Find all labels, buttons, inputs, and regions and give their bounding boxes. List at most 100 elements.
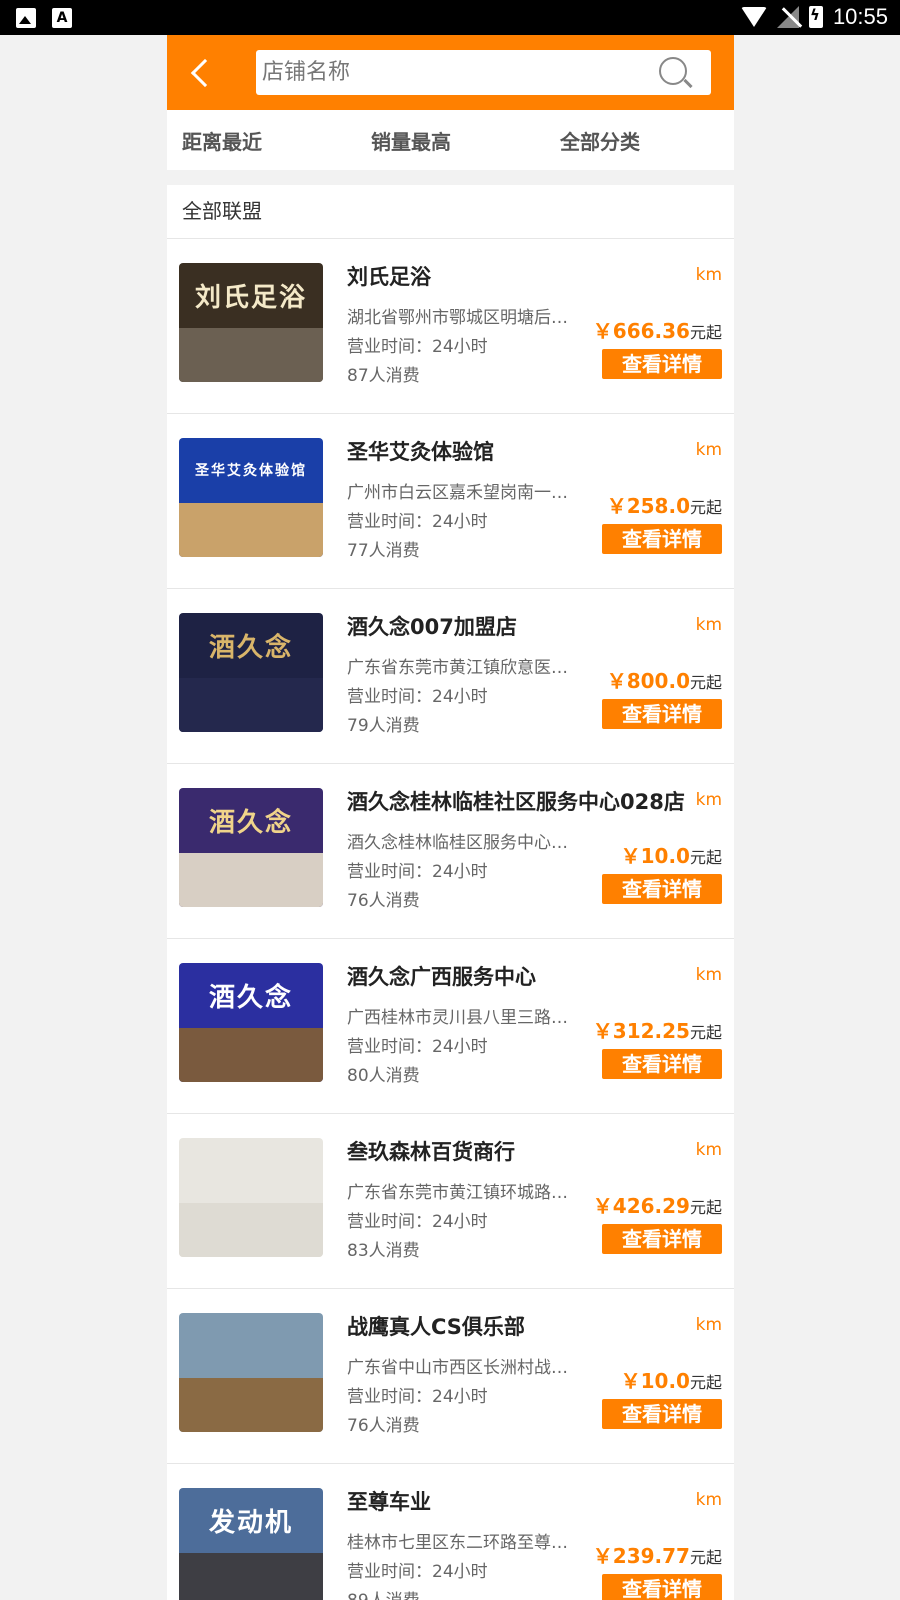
store-list-item[interactable]: 发动机 至尊车业 km 桂林市七里区东二环路至尊… 营业时间：24小时 89人消… xyxy=(167,1464,734,1600)
store-price-suffix: 元起 xyxy=(689,1373,722,1392)
store-list-item[interactable]: 酒久念 酒久念桂林临桂社区服务中心028店 km 酒久念桂林临桂区服务中心… 营… xyxy=(167,764,734,939)
store-thumbnail[interactable] xyxy=(179,1138,323,1257)
view-details-button[interactable]: 查看详情 xyxy=(602,1049,722,1079)
status-bar-left: A xyxy=(16,8,72,28)
view-details-button[interactable]: 查看详情 xyxy=(602,1574,722,1600)
store-price: ￥258.0 xyxy=(606,494,690,518)
store-address: 广东省中山市西区长洲村战… xyxy=(347,1358,568,1378)
store-thumbnail-sign: 发动机 xyxy=(208,1507,293,1538)
wifi-icon xyxy=(740,7,767,27)
back-arrow-icon[interactable] xyxy=(183,53,217,91)
store-thumbnail-lower xyxy=(179,1553,323,1600)
store-hours: 营业时间：24小时 xyxy=(347,1562,488,1582)
view-details-button[interactable]: 查看详情 xyxy=(602,524,722,554)
store-thumbnail-lower xyxy=(179,1378,323,1432)
store-thumbnail-lower xyxy=(179,1203,323,1257)
store-address: 广州市白云区嘉禾望岗南一… xyxy=(347,483,568,503)
store-thumbnail[interactable]: 圣华艾灸体验馆 xyxy=(179,438,323,557)
store-distance: km xyxy=(695,440,722,460)
store-list-item[interactable]: 圣华艾灸体验馆 圣华艾灸体验馆 km 广州市白云区嘉禾望岗南一… 营业时间：24… xyxy=(167,414,734,589)
search-icon[interactable] xyxy=(659,57,693,91)
image-icon xyxy=(16,8,36,28)
store-price: ￥10.0 xyxy=(620,1369,690,1393)
store-thumbnail-lower xyxy=(179,1028,323,1082)
store-hours: 营业时间：24小时 xyxy=(347,1037,488,1057)
store-thumbnail-sign xyxy=(185,1148,317,1192)
header-bar xyxy=(167,35,734,110)
store-distance: km xyxy=(695,265,722,285)
store-list-item[interactable]: 酒久念 酒久念广西服务中心 km 广西桂林市灵川县八里三路… 营业时间：24小时… xyxy=(167,939,734,1114)
store-list-item[interactable]: 叁玖森林百货商行 km 广东省东莞市黄江镇环城路… 营业时间：24小时 83人消… xyxy=(167,1114,734,1289)
store-price-row: ￥10.0元起 xyxy=(621,1365,722,1394)
filter-all-categories[interactable]: 全部分类 xyxy=(545,126,734,155)
store-address: 湖北省鄂州市鄂城区明塘后… xyxy=(347,308,568,328)
store-list-item[interactable]: 战鹰真人CS俱乐部 km 广东省中山市西区长洲村战… 营业时间：24小时 76人… xyxy=(167,1289,734,1464)
store-thumbnail-sign: 圣华艾灸体验馆 xyxy=(195,463,307,479)
store-price-row: ￥312.25元起 xyxy=(593,1015,722,1044)
store-hours: 营业时间：24小时 xyxy=(347,1387,488,1407)
store-thumbnail[interactable]: 刘氏足浴 xyxy=(179,263,323,382)
store-price: ￥10.0 xyxy=(620,844,690,868)
store-price-row: ￥239.77元起 xyxy=(593,1540,722,1569)
store-address: 广东省东莞市黄江镇欣意医… xyxy=(347,658,568,678)
store-list-item[interactable]: 刘氏足浴 刘氏足浴 km 湖北省鄂州市鄂城区明塘后… 营业时间：24小时 87人… xyxy=(167,239,734,414)
store-distance: km xyxy=(695,965,722,985)
store-sales: 87人消费 xyxy=(347,366,420,386)
store-hours: 营业时间：24小时 xyxy=(347,862,488,882)
store-name: 酒久念桂林临桂社区服务中心028店 xyxy=(347,790,685,814)
store-thumbnail-lower xyxy=(179,678,323,732)
no-signal-icon xyxy=(776,6,799,28)
store-thumbnail[interactable] xyxy=(179,1313,323,1432)
store-sales: 80人消费 xyxy=(347,1066,420,1086)
store-address: 桂林市七里区东二环路至尊… xyxy=(347,1533,568,1553)
store-list: 刘氏足浴 刘氏足浴 km 湖北省鄂州市鄂城区明塘后… 营业时间：24小时 87人… xyxy=(167,239,734,1600)
store-price-row: ￥666.36元起 xyxy=(593,315,722,344)
view-details-button[interactable]: 查看详情 xyxy=(602,1224,722,1254)
view-details-button[interactable]: 查看详情 xyxy=(602,349,722,379)
store-name: 圣华艾灸体验馆 xyxy=(347,440,494,464)
store-name: 酒久念广西服务中心 xyxy=(347,965,536,989)
view-details-button[interactable]: 查看详情 xyxy=(602,1399,722,1429)
store-price-suffix: 元起 xyxy=(689,1198,722,1217)
filter-nearest[interactable]: 距离最近 xyxy=(167,126,356,155)
filter-bar: 距离最近 销量最高 全部分类 xyxy=(167,110,734,170)
store-price-row: ￥800.0元起 xyxy=(607,665,722,694)
store-thumbnail-sign: 刘氏足浴 xyxy=(194,282,307,313)
store-thumbnail[interactable]: 酒久念 xyxy=(179,613,323,732)
store-thumbnail-sign: 酒久念 xyxy=(208,807,293,838)
store-price: ￥800.0 xyxy=(606,669,690,693)
store-distance: km xyxy=(695,790,722,810)
store-address: 广东省东莞市黄江镇环城路… xyxy=(347,1183,568,1203)
store-thumbnail-lower xyxy=(179,503,323,557)
store-thumbnail[interactable]: 发动机 xyxy=(179,1488,323,1600)
store-hours: 营业时间：24小时 xyxy=(347,337,488,357)
store-thumbnail-sign: 酒久念 xyxy=(208,632,293,663)
store-distance: km xyxy=(695,1140,722,1160)
store-thumbnail-lower xyxy=(179,853,323,907)
store-price-suffix: 元起 xyxy=(689,323,722,342)
store-name: 叁玖森林百货商行 xyxy=(347,1140,515,1164)
store-sales: 77人消费 xyxy=(347,541,420,561)
store-thumbnail-sign xyxy=(185,1323,317,1367)
store-address: 广西桂林市灵川县八里三路… xyxy=(347,1008,568,1028)
text-a-icon: A xyxy=(52,8,72,28)
store-sales: 83人消费 xyxy=(347,1241,420,1261)
view-details-button[interactable]: 查看详情 xyxy=(602,699,722,729)
store-price: ￥426.29 xyxy=(592,1194,690,1218)
battery-charging-icon xyxy=(808,6,823,28)
store-distance: km xyxy=(695,615,722,635)
store-thumbnail[interactable]: 酒久念 xyxy=(179,963,323,1082)
view-details-button[interactable]: 查看详情 xyxy=(602,874,722,904)
store-price: ￥239.77 xyxy=(592,1544,690,1568)
search-input[interactable] xyxy=(262,50,642,95)
filter-top-sales[interactable]: 销量最高 xyxy=(356,126,545,155)
store-address: 酒久念桂林临桂区服务中心… xyxy=(347,833,568,853)
app-container: 距离最近 销量最高 全部分类 全部联盟 刘氏足浴 刘氏足浴 km 湖北省鄂州市鄂… xyxy=(167,35,734,1600)
store-list-item[interactable]: 酒久念 酒久念007加盟店 km 广东省东莞市黄江镇欣意医… 营业时间：24小时… xyxy=(167,589,734,764)
store-thumbnail[interactable]: 酒久念 xyxy=(179,788,323,907)
search-box xyxy=(256,50,711,95)
store-price: ￥666.36 xyxy=(592,319,690,343)
search-icon-handle xyxy=(683,78,693,89)
store-sales: 89人消费 xyxy=(347,1586,420,1600)
